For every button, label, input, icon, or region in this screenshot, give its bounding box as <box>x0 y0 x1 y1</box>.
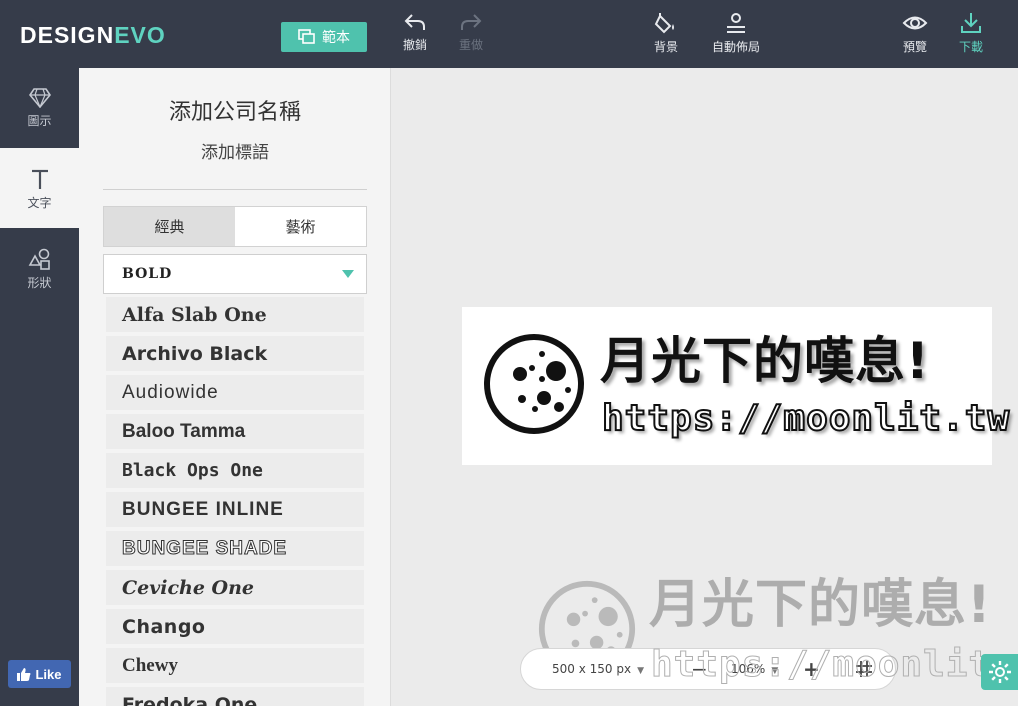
nav-icons[interactable]: 圖示 <box>0 68 79 148</box>
paint-bucket-icon <box>654 13 674 34</box>
font-style-value: BOLD <box>122 266 173 282</box>
text-panel: 添加公司名稱 添加標語 經典 藝術 BOLD Alfa Slab One Arc… <box>79 68 391 706</box>
nav-shapes[interactable]: 形狀 <box>0 228 79 308</box>
background-button[interactable]: 背景 <box>636 12 696 55</box>
font-item[interactable]: Black Ops One <box>106 453 364 488</box>
designevo-logo[interactable]: DESIGNEVO <box>20 22 166 49</box>
left-nav: 圖示 文字 形狀 Like <box>0 68 79 706</box>
font-category-tabs: 經典 藝術 <box>103 206 367 247</box>
nav-text[interactable]: 文字 <box>0 148 79 228</box>
redo-button[interactable]: 重做 <box>441 12 501 53</box>
font-item[interactable]: Baloo Tamma <box>106 414 364 449</box>
like-label: Like <box>35 666 62 682</box>
download-button[interactable]: 下載 <box>941 12 1001 55</box>
font-item[interactable]: Ceviche One <box>106 570 364 605</box>
preview-button[interactable]: 預覽 <box>885 12 945 55</box>
nav-text-label: 文字 <box>27 196 52 210</box>
logo-url-text[interactable]: https://moonlit.tw <box>601 397 1010 440</box>
undo-icon <box>404 14 425 30</box>
add-company-name-button[interactable]: 添加公司名稱 <box>79 94 390 126</box>
auto-layout-icon <box>727 13 745 33</box>
download-icon <box>961 13 981 33</box>
panel-divider <box>103 189 367 190</box>
moon-icon[interactable] <box>482 332 586 436</box>
background-label: 背景 <box>653 40 678 54</box>
font-style-dropdown[interactable]: BOLD <box>103 254 367 294</box>
shapes-icon <box>28 248 50 270</box>
font-item[interactable]: Alfa Slab One <box>106 297 364 332</box>
redo-label: 重做 <box>458 38 483 52</box>
caret-down-icon: ▼ <box>637 666 644 676</box>
nav-shapes-label: 形狀 <box>27 276 52 290</box>
canvas-size-select[interactable]: 500 x 150 px ▼ <box>552 662 644 676</box>
template-icon <box>298 29 315 44</box>
logo-evo-text: EVO <box>114 22 166 48</box>
design-canvas-area: 月光下的嘆息! https://moonlit.tw 月光下的嘆息! 500 x… <box>391 68 1018 706</box>
redo-icon <box>461 14 482 30</box>
auto-layout-button[interactable]: 自動佈局 <box>706 12 766 55</box>
add-slogan-button[interactable]: 添加標語 <box>79 138 390 163</box>
tab-artistic[interactable]: 藝術 <box>235 207 366 246</box>
logo-design-canvas[interactable]: 月光下的嘆息! https://moonlit.tw <box>462 307 1010 465</box>
download-label: 下載 <box>958 40 983 54</box>
thumbs-up-icon <box>17 667 31 681</box>
logo-design-text: DESIGN <box>20 22 115 48</box>
tab-classic[interactable]: 經典 <box>104 207 235 246</box>
font-item[interactable]: Fredoka One <box>106 687 364 706</box>
font-item[interactable]: BUNGEE SHADE <box>106 531 364 566</box>
undo-button[interactable]: 撤銷 <box>385 12 445 53</box>
facebook-like-button[interactable]: Like <box>8 660 71 688</box>
font-item[interactable]: Archivo Black <box>106 336 364 371</box>
preview-label: 預覽 <box>902 40 927 54</box>
canvas-size-value: 500 x 150 px <box>552 662 632 676</box>
font-list: Alfa Slab One Archivo Black Audiowide Ba… <box>106 297 364 706</box>
top-toolbar: DESIGNEVO 範本 撤銷 重做 背景 自動佈局 預覽 下載 <box>0 0 1018 68</box>
settings-button[interactable] <box>981 654 1018 690</box>
undo-label: 撤銷 <box>402 38 427 52</box>
gear-icon <box>989 661 1011 683</box>
font-item[interactable]: BUNGEE INLINE <box>106 492 364 527</box>
chevron-down-icon <box>342 270 354 278</box>
nav-icons-label: 圖示 <box>27 114 52 128</box>
watermark-url: https://moonlit.tw <box>650 644 1018 686</box>
font-item[interactable]: Audiowide <box>106 375 364 410</box>
auto-layout-label: 自動佈局 <box>711 40 760 54</box>
template-label: 範本 <box>322 30 350 46</box>
logo-title-text[interactable]: 月光下的嘆息! <box>600 321 930 393</box>
diamond-icon <box>28 88 51 108</box>
eye-icon <box>902 16 928 30</box>
watermark-title: 月光下的嘆息! <box>649 575 992 635</box>
template-button[interactable]: 範本 <box>281 22 367 52</box>
font-item[interactable]: Chango <box>106 609 364 644</box>
text-icon <box>31 169 48 189</box>
font-item[interactable]: Chewy <box>106 648 364 683</box>
